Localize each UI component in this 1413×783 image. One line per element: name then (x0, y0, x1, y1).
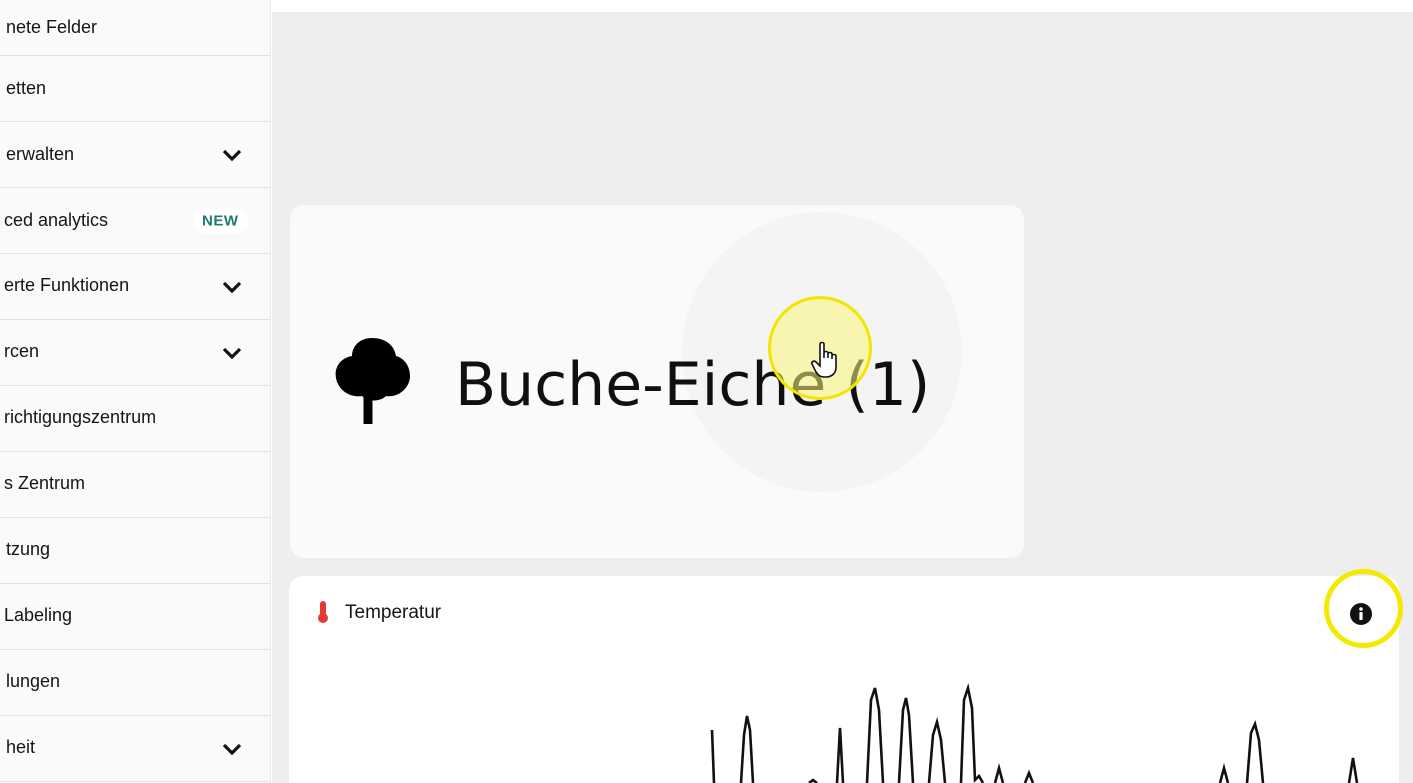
sidebar-item-label: erwalten (6, 144, 75, 164)
sidebar-item-nutzung[interactable]: tzung (0, 518, 270, 584)
chevron-down-icon (222, 743, 242, 755)
new-badge: NEW (193, 208, 248, 233)
sidebar-item-label: rcen (4, 341, 40, 361)
top-band (272, 0, 1413, 12)
sidebar-item-sicherheit[interactable]: heit (0, 716, 270, 782)
thermometer-icon (318, 601, 328, 623)
hand-cursor-icon (811, 341, 837, 378)
temperature-line (710, 682, 1359, 783)
sidebar-item-label: nete Felder (6, 17, 98, 37)
sidebar-item-zentrum[interactable]: s Zentrum (0, 452, 270, 518)
sidebar-item-label: s Zentrum (4, 473, 86, 493)
sidebar-item-ressourcen[interactable]: rcen (0, 320, 270, 386)
chevron-down-icon (222, 347, 242, 359)
sidebar-item-label: erte Funktionen (4, 275, 130, 295)
sidebar-item-label: ced analytics (4, 210, 109, 230)
sidebar-item-verwalten[interactable]: erwalten (0, 122, 270, 188)
sidebar-item-advanced-analytics[interactable]: ced analytics NEW (0, 188, 270, 254)
sidebar-item-benachrichtigungszentrum[interactable]: richtigungszentrum (0, 386, 270, 452)
sidebar-item-labeling[interactable]: Labeling (0, 584, 270, 650)
sidebar: nete Felder etten erwalten ced analytics… (0, 0, 271, 783)
sidebar-item-label: richtigungszentrum (4, 407, 157, 427)
sidebar-item-label: tzung (6, 539, 51, 559)
sidebar-item-label: etten (6, 78, 47, 98)
sidebar-item-label: lungen (6, 671, 61, 691)
sidebar-item-label: heit (6, 737, 36, 757)
temperature-title: Temperatur (345, 602, 442, 623)
temperature-chart (710, 682, 1359, 783)
sidebar-item-erweiterte-funktionen[interactable]: erte Funktionen (0, 254, 270, 320)
chevron-down-icon (222, 149, 242, 161)
sidebar-item-label: Labeling (4, 605, 73, 625)
chevron-down-icon (222, 281, 242, 293)
tree-icon (335, 338, 410, 424)
sidebar-item-einstellungen[interactable]: lungen (0, 650, 270, 716)
sidebar-item-etten[interactable]: etten (0, 56, 270, 122)
info-highlight-ring (1324, 569, 1403, 648)
sidebar-item-fields[interactable]: nete Felder (0, 0, 270, 56)
